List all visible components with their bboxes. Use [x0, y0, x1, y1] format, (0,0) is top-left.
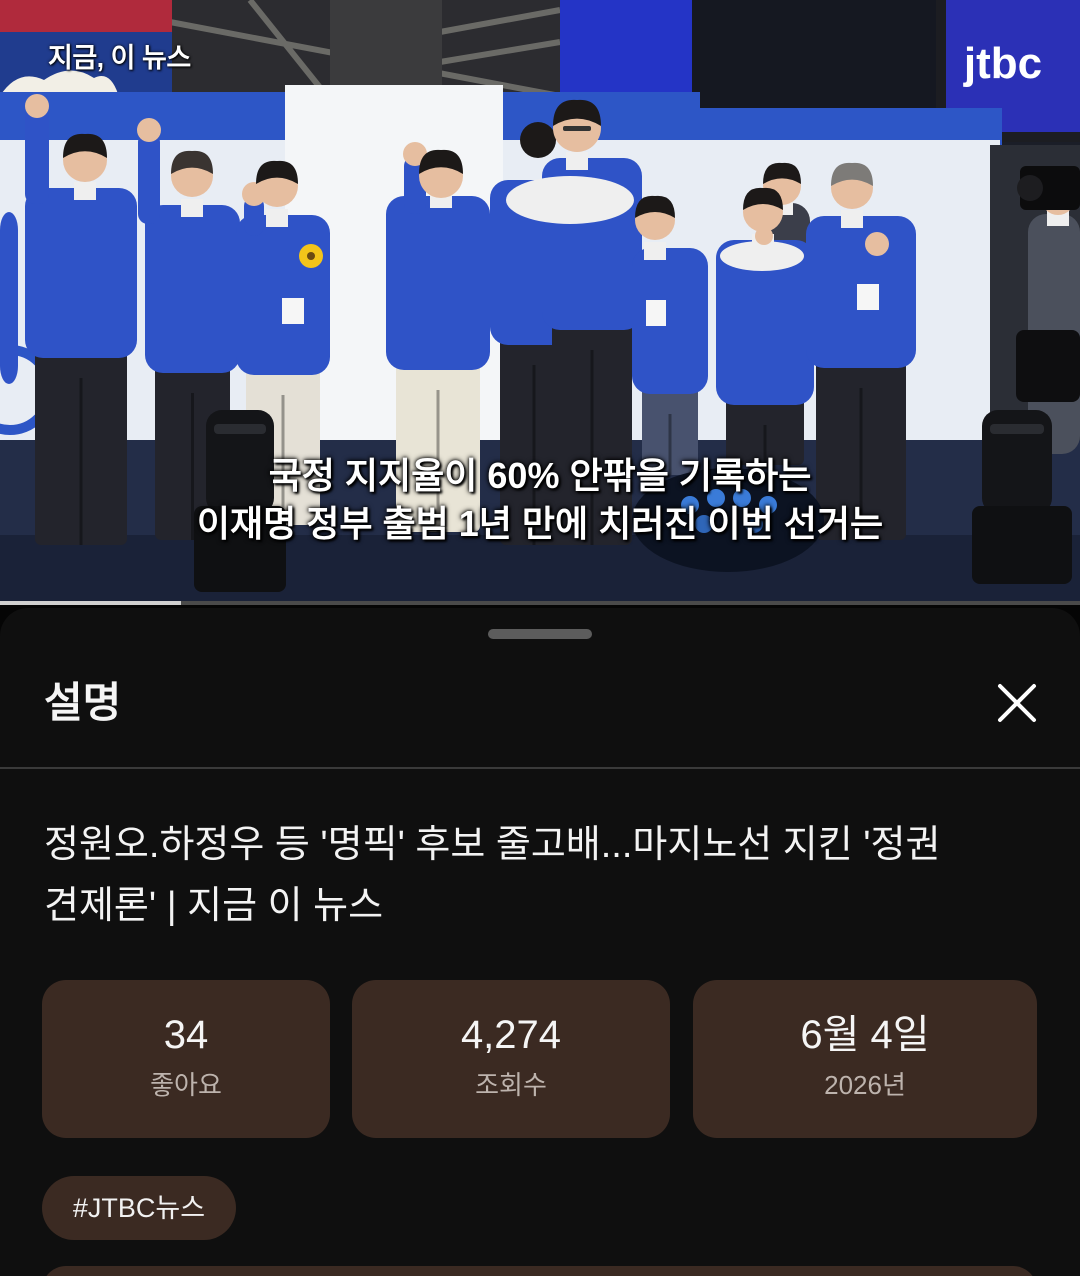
campaign-jacket: [25, 188, 137, 358]
raised-arm: [138, 132, 160, 224]
sheet-heading: 설명: [44, 679, 122, 726]
stat-views: 4,274 조회수: [352, 980, 670, 1138]
glasses: [563, 126, 591, 131]
name-tag: [282, 298, 304, 324]
white-sleeves: [506, 176, 634, 224]
stat-label: 좋아요: [150, 1070, 222, 1100]
speaker-pillar: [330, 0, 442, 90]
stat-value: 4,274: [460, 1013, 562, 1057]
campaign-jacket: [386, 196, 490, 370]
white-sleeves: [720, 241, 804, 271]
clapping-hands: [865, 232, 889, 256]
progress-bar[interactable]: [0, 601, 1080, 605]
program-label: 지금, 이 뉴스: [48, 43, 191, 73]
light-vent: [990, 424, 1044, 434]
sunflower-center: [307, 252, 315, 260]
subtitle-line: 이재명 정부 출범 1년 만에 치러진 이번 선거는: [196, 503, 884, 544]
campaign-jacket: [145, 205, 240, 373]
shirt-collar: [266, 209, 288, 227]
raised-fist: [137, 118, 161, 142]
subtitle-line: 국정 지지율이 60% 안팎을 기록하는: [268, 455, 812, 496]
shirt-collar: [841, 210, 863, 228]
stat-likes: 34 좋아요: [42, 980, 330, 1138]
name-tag: [646, 300, 666, 326]
red-banner: [0, 0, 172, 32]
jtbc-logo: jtbc: [963, 39, 1042, 88]
shirt-collar: [74, 182, 96, 200]
progress-played: [0, 601, 182, 605]
campaign-jacket: [0, 212, 18, 384]
stat-value: 6월 4일: [800, 1013, 930, 1057]
campaign-jacket: [236, 215, 330, 375]
night-building: [692, 0, 938, 112]
hashtag-chip[interactable]: #JTBC뉴스: [42, 1176, 236, 1240]
stat-value: 34: [163, 1013, 209, 1057]
campaign-jacket: [632, 248, 708, 394]
person-far-left: [0, 212, 18, 384]
subtitles: 국정 지지율이 60% 안팎을 기록하는 이재명 정부 출범 1년 만에 치러진…: [0, 452, 1080, 548]
clasped-hands: [755, 227, 773, 245]
stat-upload-date[interactable]: 6월 4일 2026년: [693, 980, 1037, 1138]
shirt-collar: [566, 152, 588, 170]
raised-fist: [25, 94, 49, 118]
shirt-collar: [181, 199, 203, 217]
blue-panel: [560, 0, 692, 108]
back-of-head: [520, 122, 556, 158]
close-button[interactable]: [987, 673, 1047, 733]
shirt-collar: [644, 242, 666, 260]
video-title: 정원오.하정우 등 '명픽' 후보 줄고배...마지노선 지킨 '정권 견제론'…: [44, 824, 941, 927]
stat-label: 2026년: [824, 1070, 906, 1100]
divider: [0, 767, 1080, 769]
drag-handle[interactable]: [488, 629, 592, 639]
name-tag: [857, 284, 879, 310]
next-section-card: [42, 1266, 1037, 1276]
second-camera: [1016, 330, 1080, 402]
raised-arm: [25, 108, 49, 204]
stats-row: 34 좋아요 4,274 조회수 6월 4일 2026년: [0, 980, 1080, 1138]
close-icon: [997, 683, 1037, 723]
description-sheet: 설명 정원오.하정우 등 '명픽' 후보 줄고배...마지노선 지킨 '정권 견…: [0, 608, 1080, 1276]
stat-label: 조회수: [475, 1070, 547, 1100]
close-icon-graphic: [998, 684, 1036, 722]
light-vent: [214, 424, 266, 434]
video-player[interactable]: jtbc 지금, 이 뉴스 국정 지지율이 60% 안팎을 기록하는 이재명 정…: [0, 0, 1080, 605]
camera-lens: [1017, 175, 1043, 201]
